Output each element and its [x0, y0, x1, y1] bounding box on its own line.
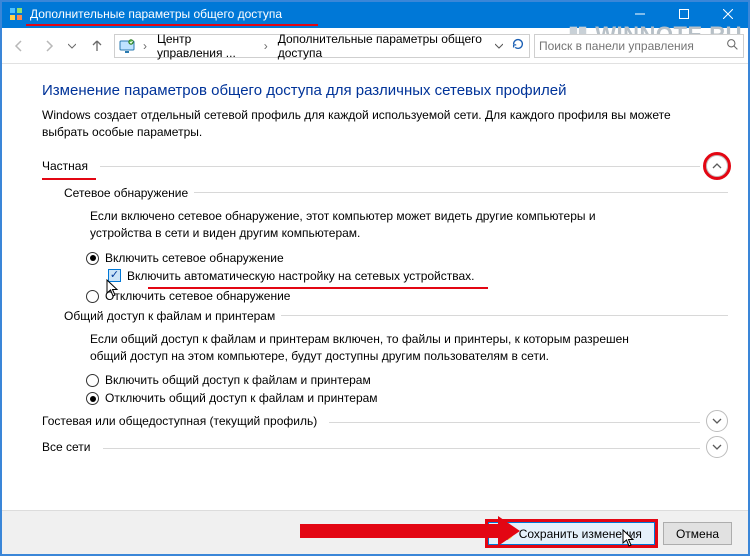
section-private: Частная Сетевое обнаружение Если включен… [42, 156, 728, 406]
forward-button[interactable] [36, 33, 62, 59]
subsection-text: Если общий доступ к файлам и принтерам в… [90, 331, 650, 366]
subsection-text: Если включено сетевое обнаружение, этот … [90, 208, 650, 243]
content-area: Изменение параметров общего доступа для … [0, 64, 750, 510]
refresh-button[interactable] [511, 37, 525, 54]
search-icon [726, 38, 739, 54]
page-description: Windows создает отдельный сетевой профил… [42, 107, 682, 142]
checkbox-auto-setup[interactable]: Включить автоматическую настройку на сет… [108, 269, 728, 283]
close-button[interactable] [706, 0, 750, 28]
control-panel-icon [119, 38, 135, 54]
search-box[interactable] [534, 34, 744, 58]
annotation-underline [26, 24, 318, 26]
section-all-networks: Все сети [42, 437, 728, 457]
cancel-button[interactable]: Отмена [663, 522, 732, 545]
subsection-file-printer: Общий доступ к файлам и принтерам Если о… [64, 309, 728, 406]
search-input[interactable] [539, 39, 722, 53]
navigation-bar: › Центр управления ... › Дополнительные … [0, 28, 750, 64]
radio-enable-discovery[interactable]: Включить сетевое обнаружение [86, 251, 728, 265]
annotation-underline [148, 287, 488, 289]
chevron-right-icon[interactable]: › [139, 39, 151, 53]
radio-enable-share[interactable]: Включить общий доступ к файлам и принтер… [86, 373, 728, 387]
section-label: Гостевая или общедоступная (текущий проф… [42, 414, 323, 428]
radio-disable-discovery[interactable]: Отключить сетевое обнаружение [86, 289, 728, 303]
radio-disable-share[interactable]: Отключить общий доступ к файлам и принте… [86, 391, 728, 405]
address-bar[interactable]: › Центр управления ... › Дополнительные … [114, 34, 530, 58]
uac-shield-icon [501, 527, 515, 541]
address-dropdown[interactable] [493, 42, 505, 50]
expand-button[interactable] [706, 436, 728, 458]
collapse-button[interactable] [706, 155, 728, 177]
page-title: Изменение параметров общего доступа для … [42, 82, 728, 99]
maximize-button[interactable] [662, 0, 706, 28]
window-title: Дополнительные параметры общего доступа [30, 7, 618, 21]
breadcrumb-item[interactable]: Дополнительные параметры общего доступа [276, 32, 489, 60]
breadcrumb-item[interactable]: Центр управления ... [155, 32, 256, 60]
subsection-network-discovery: Сетевое обнаружение Если включено сетево… [64, 186, 728, 303]
annotation-underline [42, 178, 96, 180]
subsection-title: Сетевое обнаружение [64, 186, 194, 200]
chevron-right-icon[interactable]: › [260, 39, 272, 53]
back-button[interactable] [6, 33, 32, 59]
window-controls [618, 0, 750, 28]
section-label: Все сети [42, 440, 97, 454]
window-icon [8, 6, 24, 22]
section-label: Частная [42, 159, 94, 173]
save-button[interactable]: Сохранить изменения [488, 522, 655, 545]
section-guest: Гостевая или общедоступная (текущий проф… [42, 411, 728, 431]
minimize-button[interactable] [618, 0, 662, 28]
subsection-title: Общий доступ к файлам и принтерам [64, 309, 281, 323]
footer: Сохранить изменения Отмена [0, 510, 750, 556]
up-button[interactable] [84, 33, 110, 59]
history-dropdown[interactable] [66, 42, 78, 50]
title-bar: Дополнительные параметры общего доступа [0, 0, 750, 28]
expand-button[interactable] [706, 410, 728, 432]
